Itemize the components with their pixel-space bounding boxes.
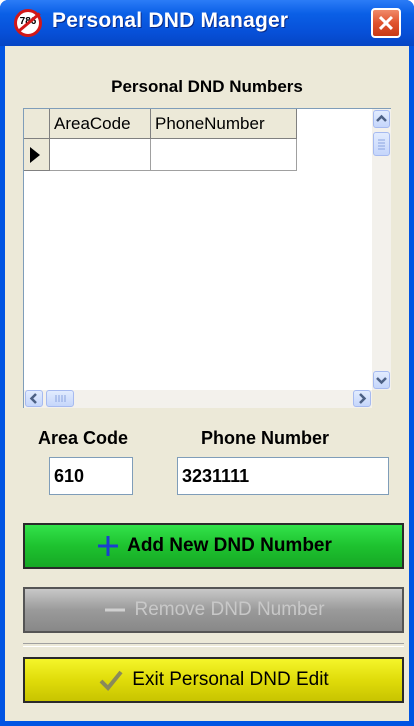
scrollbar-corner	[372, 390, 391, 408]
close-icon: ✕	[376, 11, 396, 36]
close-button[interactable]: ✕	[371, 8, 401, 38]
add-dnd-number-button[interactable]: Add New DND Number	[23, 523, 404, 569]
remove-button-label: Remove DND Number	[134, 599, 325, 620]
horizontal-scroll-thumb[interactable]	[46, 390, 74, 407]
scroll-up-button[interactable]	[373, 110, 390, 128]
column-header-areacode[interactable]: AreaCode	[50, 109, 151, 139]
scroll-right-button[interactable]	[353, 390, 371, 407]
grip-icon	[378, 139, 385, 150]
current-row-arrow-icon	[30, 147, 40, 163]
cell-phonenumber[interactable]	[151, 139, 297, 171]
no-call-app-icon: 786	[14, 9, 42, 37]
phone-number-field[interactable]: 3231111	[177, 457, 389, 495]
app-window: 786 Personal DND Manager ✕ Personal DND …	[0, 0, 414, 726]
minus-icon	[105, 608, 126, 612]
column-header-phonenumber[interactable]: PhoneNumber	[151, 109, 297, 139]
scroll-down-button[interactable]	[373, 371, 390, 389]
client-area: Personal DND Numbers AreaCode PhoneNumbe…	[5, 46, 409, 721]
cell-areacode[interactable]	[50, 139, 151, 171]
title-bar[interactable]: 786 Personal DND Manager ✕	[0, 0, 414, 46]
chevron-left-icon	[29, 393, 37, 404]
grid-corner-header	[24, 109, 50, 139]
row-selector[interactable]	[24, 139, 50, 171]
vertical-scroll-thumb[interactable]	[373, 132, 390, 156]
area-code-label: Area Code	[38, 428, 129, 448]
exit-button-label: Exit Personal DND Edit	[132, 669, 329, 690]
area-code-field[interactable]: 610	[49, 457, 133, 495]
vertical-scrollbar[interactable]	[372, 109, 391, 390]
horizontal-scrollbar[interactable]	[24, 390, 372, 408]
dnd-numbers-grid[interactable]: AreaCode PhoneNumber	[23, 108, 391, 408]
phone-number-label: Phone Number	[201, 428, 330, 448]
window-title: Personal DND Manager	[52, 9, 289, 32]
chevron-up-icon	[376, 114, 387, 122]
scroll-left-button[interactable]	[25, 390, 43, 407]
section-title: Personal DND Numbers	[111, 77, 303, 96]
checkmark-icon	[99, 670, 123, 691]
chevron-right-icon	[359, 393, 367, 404]
plus-icon	[98, 536, 119, 556]
add-button-label: Add New DND Number	[127, 535, 332, 556]
divider	[23, 643, 404, 647]
exit-dnd-edit-button[interactable]: Exit Personal DND Edit	[23, 657, 404, 703]
remove-dnd-number-button[interactable]: Remove DND Number	[23, 587, 404, 633]
grip-icon	[55, 395, 66, 402]
chevron-down-icon	[376, 377, 387, 385]
